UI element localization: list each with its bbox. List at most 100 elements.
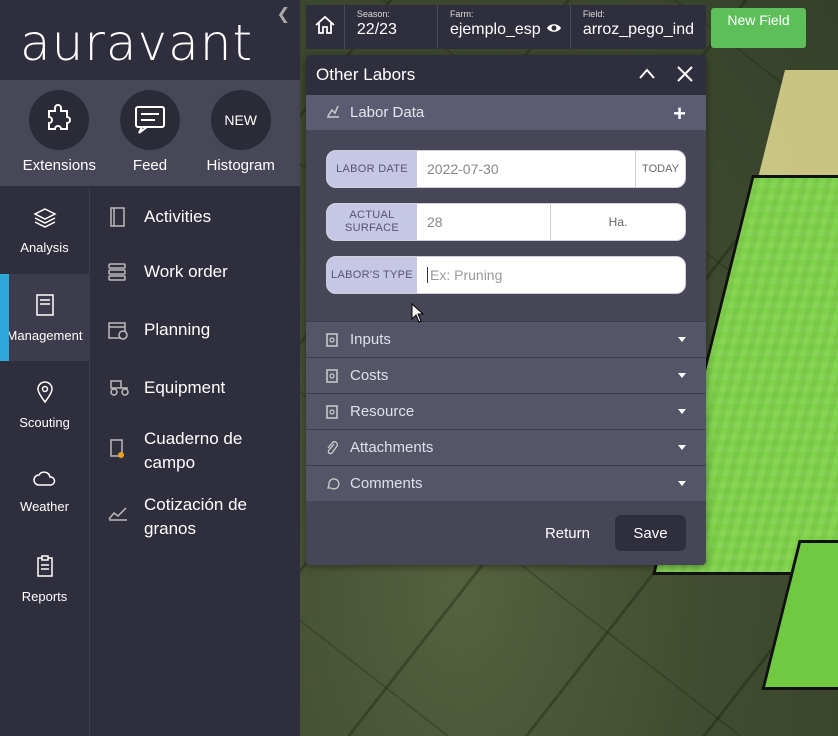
- field-selector[interactable]: Field: arroz_pego_ind: [571, 5, 706, 49]
- document-icon: [326, 404, 340, 419]
- menu-item-work-order[interactable]: Work order: [90, 260, 300, 287]
- accordion-costs[interactable]: Costs: [306, 357, 706, 393]
- collapse-sidebar-icon[interactable]: ❮: [277, 4, 290, 24]
- field-notebook-icon: [108, 439, 132, 464]
- management-menu: Activities Work order Planning Equipment…: [90, 187, 300, 541]
- menu-item-label: Planning: [144, 320, 211, 339]
- farm-key: Farm:: [449, 9, 474, 19]
- menu-item-activities[interactable]: Activities: [90, 205, 300, 232]
- text-caret: [427, 267, 428, 283]
- mouse-cursor-icon: [411, 302, 425, 328]
- clipboard-icon: [35, 554, 55, 581]
- context-bar: Season: 22/23 Farm: ejemplo_esp Field: a…: [306, 5, 706, 49]
- cloud-icon: [32, 470, 58, 491]
- nav-item-label: Scouting: [19, 414, 70, 430]
- menu-item-label: Cotización de granos: [144, 495, 248, 538]
- extensions-button[interactable]: Extensions: [14, 90, 105, 186]
- field-key: Field:: [582, 9, 605, 19]
- layers-icon: [32, 207, 57, 232]
- histogram-button[interactable]: NEW Histogram: [195, 90, 286, 186]
- surface-unit: Ha.: [550, 204, 685, 240]
- nav-item-label: Analysis: [20, 239, 69, 255]
- accordion-label: Costs: [350, 367, 389, 384]
- season-selector[interactable]: Season: 22/23: [345, 5, 438, 49]
- farm-value: ejemplo_esp: [449, 21, 541, 38]
- map-field-polygon[interactable]: [755, 70, 838, 190]
- add-icon[interactable]: +: [673, 101, 686, 127]
- puzzle-icon: [29, 90, 90, 150]
- accordion-label: Inputs: [350, 331, 391, 348]
- nav-item-analysis[interactable]: Analysis: [0, 187, 89, 274]
- menu-item-label: Activities: [144, 207, 212, 226]
- season-value: 22/23: [356, 21, 397, 38]
- notebook-icon: [35, 293, 55, 320]
- eye-icon[interactable]: [546, 21, 562, 39]
- menu-item-label: Cuaderno de campo: [144, 429, 243, 472]
- pin-icon: [35, 380, 55, 407]
- field-value: arroz_pego_ind: [582, 21, 695, 38]
- menu-item-equipment[interactable]: Equipment: [90, 376, 300, 401]
- sidebar: auravant ❮ Extensions Feed NEW Histogram…: [0, 0, 300, 736]
- menu-item-label: Work order: [144, 262, 228, 281]
- extensions-label: Extensions: [22, 157, 97, 174]
- home-icon: [314, 15, 336, 40]
- menu-item-cotizacion-de-granos[interactable]: Cotización de granos: [90, 493, 300, 541]
- labor-type-field: LABOR'S TYPE Ex: Pruning: [326, 256, 686, 294]
- accordion-attachments[interactable]: Attachments: [306, 429, 706, 465]
- labor-data-section-header[interactable]: Labor Data +: [306, 95, 706, 130]
- chevron-down-icon: [678, 373, 686, 378]
- accordion-label: Attachments: [350, 439, 434, 456]
- menu-item-cuaderno-de-campo[interactable]: Cuaderno de campo: [90, 427, 300, 475]
- today-button[interactable]: TODAY: [635, 151, 685, 187]
- chat-icon: [120, 90, 180, 150]
- labor-type-input[interactable]: Ex: Pruning: [417, 257, 685, 293]
- accordion-inputs[interactable]: Inputs: [306, 321, 706, 357]
- labor-type-label: LABOR'S TYPE: [327, 257, 417, 293]
- save-button[interactable]: Save: [615, 515, 686, 551]
- labor-type-placeholder: Ex: Pruning: [430, 267, 503, 283]
- labor-data-title: Labor Data: [350, 104, 425, 121]
- actual-surface-field: ACTUAL SURFACE 28 Ha.: [326, 203, 686, 241]
- menu-item-planning[interactable]: Planning: [90, 318, 300, 345]
- menu-item-label: Equipment: [144, 378, 226, 397]
- chevron-down-icon: [678, 481, 686, 486]
- collapse-panel-icon[interactable]: [638, 65, 656, 88]
- nav-item-reports[interactable]: Reports: [0, 535, 89, 622]
- panel-title: Other Labors: [316, 65, 416, 84]
- chart-icon: [108, 505, 132, 526]
- other-labors-panel: Other Labors Labor Data + LABOR DATE 202…: [306, 55, 706, 565]
- document-icon: [326, 332, 340, 347]
- feed-label: Feed: [132, 157, 168, 174]
- nav-item-management[interactable]: Management: [0, 274, 89, 361]
- close-icon[interactable]: [676, 65, 694, 88]
- actual-surface-input[interactable]: 28: [417, 204, 550, 240]
- return-button[interactable]: Return: [545, 525, 590, 542]
- chevron-down-icon: [678, 445, 686, 450]
- accordion-comments[interactable]: Comments: [306, 465, 706, 501]
- labor-date-field: LABOR DATE 2022-07-30 TODAY: [326, 150, 686, 188]
- season-key: Season:: [356, 9, 390, 19]
- home-button[interactable]: [306, 5, 345, 49]
- accordion-resource[interactable]: Resource: [306, 393, 706, 429]
- book-icon: [108, 207, 132, 232]
- new-field-button[interactable]: New Field: [711, 8, 806, 48]
- logo: auravant: [20, 14, 254, 72]
- panel-footer: Return Save: [306, 501, 706, 565]
- panel-header: Other Labors: [306, 55, 706, 95]
- accordion-label: Resource: [350, 403, 415, 420]
- new-badge: NEW: [210, 90, 271, 150]
- actual-surface-label: ACTUAL SURFACE: [327, 204, 417, 240]
- nav-item-label: Reports: [21, 588, 68, 604]
- nav-item-weather[interactable]: Weather: [0, 448, 89, 535]
- accordion-label: Comments: [350, 475, 423, 492]
- labor-date-input[interactable]: 2022-07-30: [417, 151, 635, 187]
- feed-button[interactable]: Feed: [105, 90, 196, 186]
- nav-item-label: Weather: [20, 498, 69, 514]
- paperclip-icon: [326, 440, 340, 455]
- stack-icon: [108, 262, 132, 287]
- calendar-icon: [108, 320, 132, 345]
- labor-icon: [326, 104, 340, 122]
- tractor-icon: [108, 378, 132, 401]
- nav-item-scouting[interactable]: Scouting: [0, 361, 89, 448]
- farm-selector[interactable]: Farm: ejemplo_esp: [438, 5, 571, 49]
